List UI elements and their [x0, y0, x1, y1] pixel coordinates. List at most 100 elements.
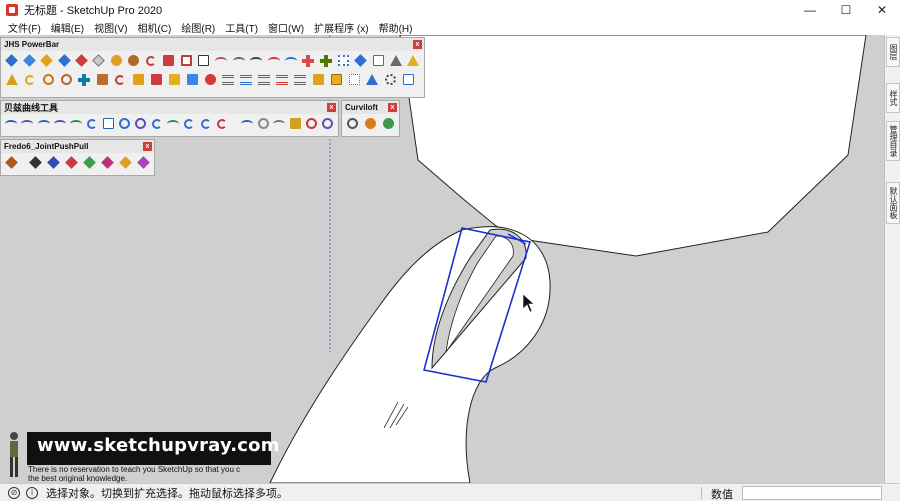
jhs-tool-icon[interactable] — [237, 71, 255, 88]
toolbar-close-button[interactable]: x — [327, 103, 336, 112]
jhs-tool-icon[interactable] — [75, 71, 93, 88]
menu-help[interactable]: 帮助(H) — [374, 20, 418, 35]
bezier-tool-icon[interactable] — [133, 115, 149, 132]
pushpull-tool-icon[interactable] — [3, 154, 21, 171]
jhs-tool-icon[interactable] — [20, 52, 37, 69]
tray-tab-manage-directory[interactable]: 管理目录 — [886, 121, 900, 161]
menu-file[interactable]: 文件(F) — [3, 20, 46, 35]
jhs-tool-icon[interactable] — [219, 71, 237, 88]
jhs-tool-icon[interactable] — [363, 71, 381, 88]
jhs-tool-icon[interactable] — [195, 52, 212, 69]
jhs-tool-icon[interactable] — [147, 71, 165, 88]
bezier-tool-icon[interactable] — [271, 115, 287, 132]
maximize-button[interactable]: ☐ — [828, 0, 864, 19]
jhs-tool-icon[interactable] — [93, 71, 111, 88]
jhs-tool-icon[interactable] — [282, 52, 299, 69]
toolbar-close-button[interactable]: x — [413, 40, 422, 49]
menu-window[interactable]: 窗口(W) — [263, 20, 309, 35]
jhs-tool-icon[interactable] — [3, 52, 20, 69]
jhs-tool-icon[interactable] — [73, 52, 90, 69]
bezier-tool-icon[interactable] — [181, 115, 197, 132]
minimize-button[interactable]: — — [792, 0, 828, 19]
tray-tab-styles[interactable]: 样式 — [886, 83, 900, 113]
jhs-tool-icon[interactable] — [247, 52, 264, 69]
jhs-tool-icon[interactable] — [55, 52, 72, 69]
jhs-tool-icon[interactable] — [404, 52, 421, 69]
bezier-tool-icon[interactable] — [320, 115, 336, 132]
bezier-tool-icon[interactable] — [84, 115, 100, 132]
info-icon[interactable]: i — [26, 486, 38, 499]
bezier-tool-icon[interactable] — [100, 115, 116, 132]
jhs-tool-icon[interactable] — [327, 71, 345, 88]
menu-extensions[interactable]: 扩展程序 (x) — [309, 20, 373, 35]
jhs-tool-icon[interactable] — [381, 71, 399, 88]
jhs-tool-icon[interactable] — [183, 71, 201, 88]
bezier-tool-icon[interactable] — [287, 115, 303, 132]
menu-camera[interactable]: 相机(C) — [132, 20, 176, 35]
pushpull-tool-icon[interactable] — [98, 154, 116, 171]
jhs-tool-icon[interactable] — [108, 52, 125, 69]
jhs-tool-icon[interactable] — [39, 71, 57, 88]
bezier-tool-icon[interactable] — [239, 115, 255, 132]
bezier-tool-icon[interactable] — [68, 115, 84, 132]
close-button[interactable]: ✕ — [864, 0, 900, 19]
jhs-tool-icon[interactable] — [3, 71, 21, 88]
jhs-tool-icon[interactable] — [273, 71, 291, 88]
bezier-tool-icon[interactable] — [3, 115, 19, 132]
bezier-tool-icon[interactable] — [149, 115, 165, 132]
jhs-tool-icon[interactable] — [335, 52, 352, 69]
menu-view[interactable]: 视图(V) — [89, 20, 132, 35]
jhs-tool-icon[interactable] — [230, 52, 247, 69]
tray-tab-layers[interactable]: 图层 — [886, 37, 900, 67]
jhs-tool-icon[interactable] — [165, 71, 183, 88]
menu-draw[interactable]: 绘图(R) — [176, 20, 220, 35]
bezier-tool-icon[interactable] — [304, 115, 320, 132]
jhs-tool-icon[interactable] — [143, 52, 160, 69]
geo-location-icon[interactable]: ⊘ — [8, 486, 20, 499]
jhs-tool-icon[interactable] — [255, 71, 273, 88]
jhs-tool-icon[interactable] — [212, 52, 229, 69]
jhs-tool-icon[interactable] — [352, 52, 369, 69]
jhs-tool-icon[interactable] — [291, 71, 309, 88]
jhs-tool-icon[interactable] — [111, 71, 129, 88]
menu-tools[interactable]: 工具(T) — [220, 20, 263, 35]
jhs-tool-icon[interactable] — [57, 71, 75, 88]
bezier-tool-icon[interactable] — [255, 115, 271, 132]
bezier-tool-icon[interactable] — [35, 115, 51, 132]
pushpull-tool-icon[interactable] — [134, 154, 152, 171]
jhs-tool-icon[interactable] — [399, 71, 417, 88]
jhs-tool-icon[interactable] — [125, 52, 142, 69]
jhs-tool-icon[interactable] — [387, 52, 404, 69]
bezier-tool-icon[interactable] — [52, 115, 68, 132]
bezier-tool-icon[interactable] — [197, 115, 213, 132]
curviloft-loft-icon[interactable] — [344, 115, 362, 132]
jhs-tool-icon[interactable] — [345, 71, 363, 88]
menu-edit[interactable]: 编辑(E) — [46, 20, 89, 35]
curviloft-skin-icon[interactable] — [362, 115, 380, 132]
bezier-tool-icon[interactable] — [19, 115, 35, 132]
jhs-tool-icon[interactable] — [160, 52, 177, 69]
pushpull-tool-icon[interactable] — [116, 154, 134, 171]
bezier-tool-icon[interactable] — [165, 115, 181, 132]
bezier-tool-icon[interactable] — [214, 115, 230, 132]
jhs-tool-icon[interactable] — [300, 52, 317, 69]
pushpull-tool-icon[interactable] — [27, 154, 45, 171]
toolbar-close-button[interactable]: x — [143, 142, 152, 151]
curviloft-path-icon[interactable] — [379, 115, 397, 132]
jhs-tool-icon[interactable] — [90, 52, 107, 69]
jhs-tool-icon[interactable] — [370, 52, 387, 69]
tray-tab-default-panel[interactable]: 默认面板 — [886, 182, 900, 224]
bezier-tool-icon[interactable] — [116, 115, 132, 132]
jhs-tool-icon[interactable] — [309, 71, 327, 88]
jhs-tool-icon[interactable] — [178, 52, 195, 69]
jhs-tool-icon[interactable] — [21, 71, 39, 88]
jhs-tool-icon[interactable] — [38, 52, 55, 69]
jhs-tool-icon[interactable] — [265, 52, 282, 69]
jhs-tool-icon[interactable] — [129, 71, 147, 88]
pushpull-tool-icon[interactable] — [80, 154, 98, 171]
measurements-input[interactable] — [742, 486, 882, 500]
jhs-tool-icon[interactable] — [317, 52, 334, 69]
toolbar-close-button[interactable]: x — [388, 103, 397, 112]
top-face[interactable] — [399, 35, 867, 257]
jhs-tool-icon[interactable] — [201, 71, 219, 88]
